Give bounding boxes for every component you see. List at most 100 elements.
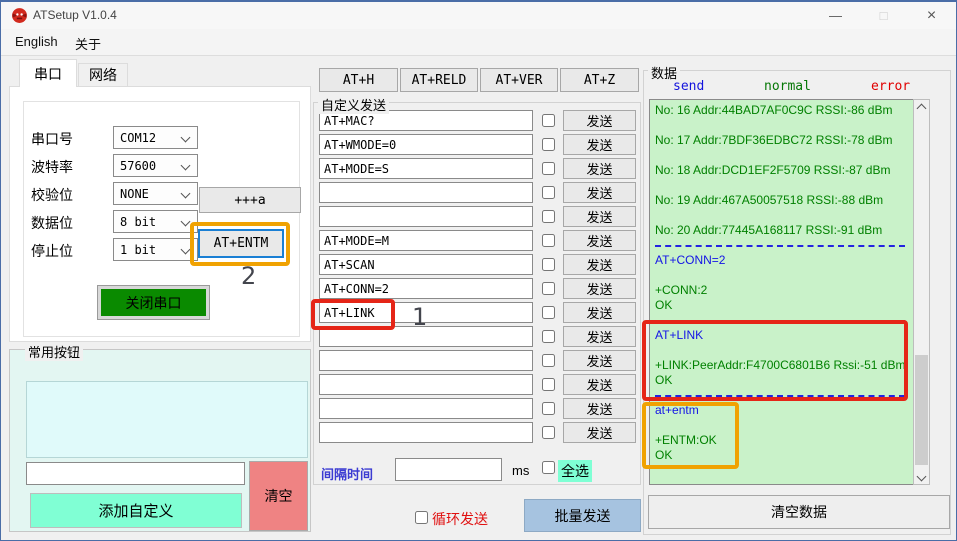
at-command-input[interactable] <box>319 182 533 203</box>
stopbits-select[interactable]: 1 bit <box>113 238 198 261</box>
at-reld-button[interactable]: AT+RELD <box>400 68 478 92</box>
send-button[interactable]: 发送 <box>563 158 636 179</box>
row-select-checkbox[interactable] <box>542 306 555 319</box>
at-z-button[interactable]: AT+Z <box>560 68 639 92</box>
at-command-input[interactable] <box>319 158 533 179</box>
maximize-icon[interactable]: □ <box>861 2 906 29</box>
baud-label: 波特率 <box>31 157 73 177</box>
at-command-input[interactable] <box>319 230 533 251</box>
batch-send-button[interactable]: 批量发送 <box>524 499 641 532</box>
clear-data-button[interactable]: 清空数据 <box>648 495 950 529</box>
send-button[interactable]: 发送 <box>563 230 636 251</box>
interval-label: 间隔时间 <box>321 464 373 483</box>
custom-send-row: 发送 <box>319 134 639 155</box>
log-line: No: 16 Addr:44BAD7AF0C9C RSSI:-86 dBm <box>655 103 907 118</box>
send-button[interactable]: 发送 <box>563 134 636 155</box>
at-command-input[interactable] <box>319 326 533 347</box>
log-line: OK <box>655 298 907 313</box>
custom-send-row: 发送 <box>319 374 639 395</box>
baud-select[interactable]: 57600 <box>113 154 198 177</box>
row-select-checkbox[interactable] <box>542 114 555 127</box>
custom-send-row: 发送 <box>319 422 639 443</box>
scrollbar-thumb[interactable] <box>915 355 928 465</box>
at-command-input[interactable] <box>319 350 533 371</box>
log-line: No: 18 Addr:DCD1EF2F5709 RSSI:-87 dBm <box>655 163 907 178</box>
scroll-down-icon[interactable] <box>914 468 929 484</box>
chevron-down-icon <box>181 161 191 171</box>
select-all-checkbox[interactable] <box>542 461 555 474</box>
send-button[interactable]: 发送 <box>563 302 636 323</box>
tab-serial[interactable]: 串口 <box>19 59 77 87</box>
row-select-checkbox[interactable] <box>542 234 555 247</box>
blank-line <box>655 148 907 163</box>
row-select-checkbox[interactable] <box>542 162 555 175</box>
send-button[interactable]: 发送 <box>563 326 636 347</box>
at-command-input[interactable] <box>319 398 533 419</box>
row-select-checkbox[interactable] <box>542 354 555 367</box>
menu-item-about[interactable]: 关于 <box>75 34 101 53</box>
parity-select[interactable]: NONE <box>113 182 198 205</box>
at-command-input[interactable] <box>319 134 533 155</box>
send-button[interactable]: 发送 <box>563 110 636 131</box>
at-command-input[interactable] <box>319 302 533 323</box>
interval-input[interactable] <box>395 458 502 481</box>
databits-value: 8 bit <box>120 215 156 229</box>
at-command-input[interactable] <box>319 254 533 275</box>
common-buttons-list <box>26 381 308 458</box>
parity-value: NONE <box>120 187 149 201</box>
interval-unit: ms <box>512 463 529 478</box>
send-button[interactable]: 发送 <box>563 182 636 203</box>
chevron-down-icon <box>181 245 191 255</box>
send-button[interactable]: 发送 <box>563 350 636 371</box>
send-button[interactable]: 发送 <box>563 278 636 299</box>
databits-select[interactable]: 8 bit <box>113 210 198 233</box>
add-custom-button[interactable]: 添加自定义 <box>30 493 242 528</box>
log-line: +CONN:2 <box>655 283 907 298</box>
row-select-checkbox[interactable] <box>542 210 555 223</box>
stopbits-label: 停止位 <box>31 241 73 261</box>
log-line: No: 19 Addr:467A50057518 RSSI:-88 dBm <box>655 193 907 208</box>
log-line: OK <box>655 373 907 388</box>
close-icon[interactable]: × <box>909 2 954 29</box>
send-button[interactable]: 发送 <box>563 374 636 395</box>
scroll-up-icon[interactable] <box>914 100 929 116</box>
at-entm-button[interactable]: AT+ENTM <box>198 229 284 258</box>
plus-a-button[interactable]: +++a <box>199 187 301 213</box>
custom-send-row: 发送 <box>319 326 639 347</box>
at-command-input[interactable] <box>319 374 533 395</box>
send-button[interactable]: 发送 <box>563 254 636 275</box>
row-select-checkbox[interactable] <box>542 138 555 151</box>
chevron-down-icon <box>181 133 191 143</box>
row-select-checkbox[interactable] <box>542 426 555 439</box>
common-buttons-label: 常用按钮 <box>25 342 83 361</box>
at-h-button[interactable]: AT+H <box>319 68 398 92</box>
row-select-checkbox[interactable] <box>542 186 555 199</box>
custom-send-row: 发送 <box>319 206 639 227</box>
send-button[interactable]: 发送 <box>563 398 636 419</box>
row-select-checkbox[interactable] <box>542 258 555 271</box>
tab-network[interactable]: 网络 <box>78 63 128 87</box>
at-command-input[interactable] <box>319 206 533 227</box>
port-select[interactable]: COM12 <box>113 126 198 149</box>
custom-command-input[interactable] <box>26 462 245 485</box>
menu-bar: English 关于 <box>1 29 956 56</box>
port-label: 串口号 <box>31 129 73 149</box>
row-select-checkbox[interactable] <box>542 330 555 343</box>
at-command-input[interactable] <box>319 422 533 443</box>
at-ver-button[interactable]: AT+VER <box>480 68 558 92</box>
send-button[interactable]: 发送 <box>563 422 636 443</box>
row-select-checkbox[interactable] <box>542 378 555 391</box>
parity-label: 校验位 <box>31 185 73 205</box>
at-command-input[interactable] <box>319 278 533 299</box>
clear-button[interactable]: 清空 <box>249 461 308 531</box>
menu-item-english[interactable]: English <box>15 34 58 49</box>
baud-value: 57600 <box>120 159 156 173</box>
minimize-icon[interactable]: — <box>813 2 858 29</box>
row-select-checkbox[interactable] <box>542 402 555 415</box>
send-button[interactable]: 发送 <box>563 206 636 227</box>
row-select-checkbox[interactable] <box>542 282 555 295</box>
loop-send-checkbox[interactable] <box>415 511 428 524</box>
title-bar: ATSetup V1.0.4 — □ × <box>1 2 956 29</box>
data-scrollbar[interactable] <box>913 99 930 485</box>
close-port-button[interactable]: 关闭串口 <box>98 286 209 319</box>
